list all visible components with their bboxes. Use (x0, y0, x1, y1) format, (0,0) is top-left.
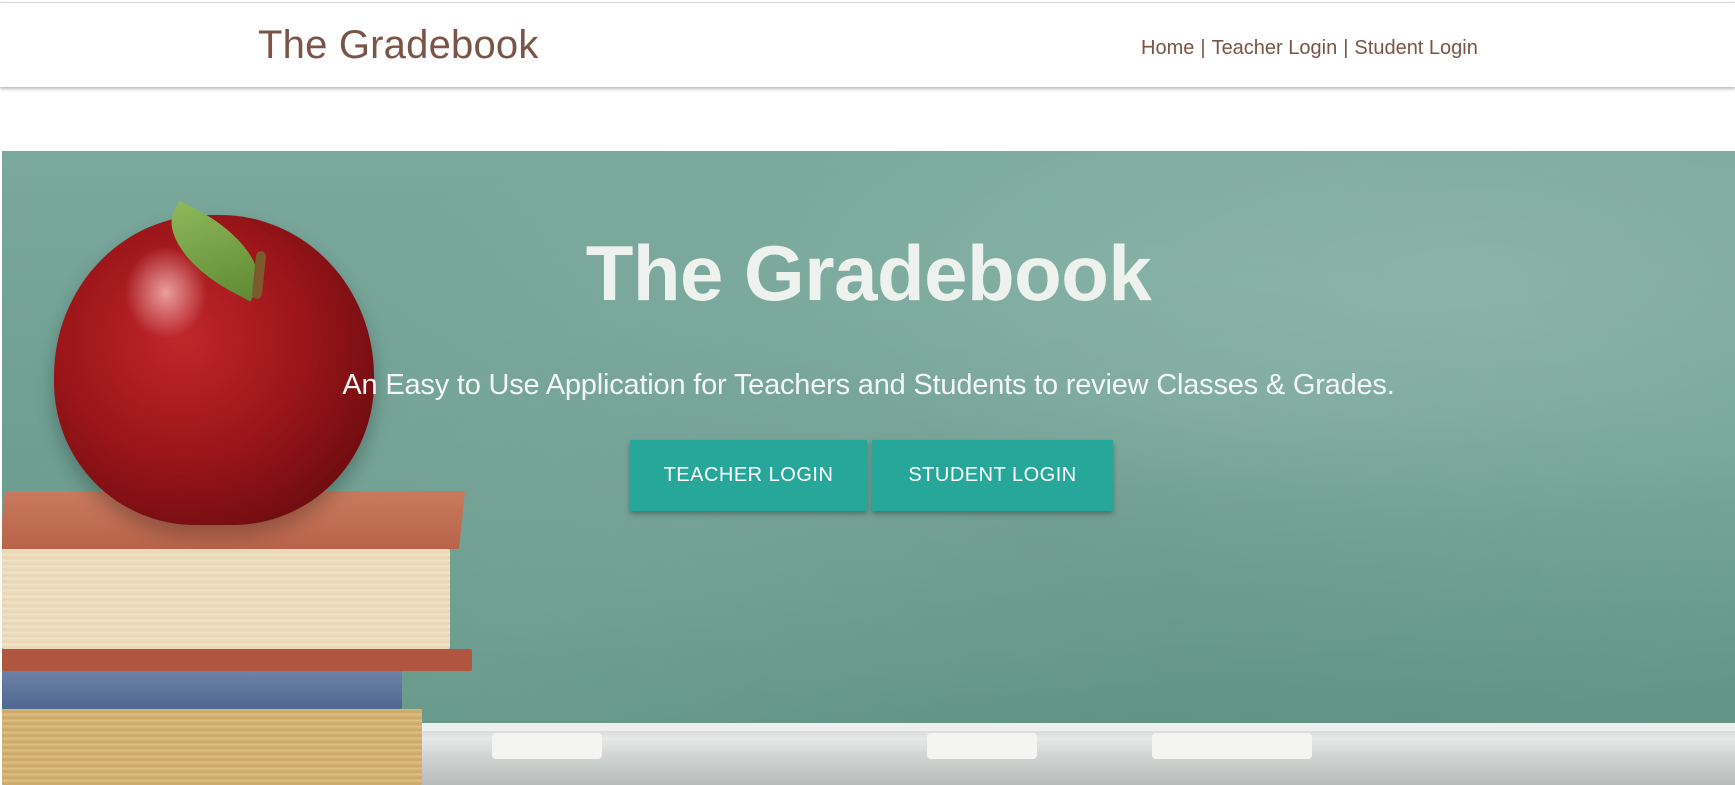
hero-section: The Gradebook An Easy to Use Application… (2, 151, 1735, 785)
hero-content: The Gradebook An Easy to Use Application… (2, 151, 1735, 785)
nav-link-home[interactable]: Home (1141, 37, 1194, 59)
navbar: The Gradebook Home | Teacher Login | Student… (0, 3, 1735, 87)
nav-links: Home | Teacher Login | Student Login (1141, 37, 1478, 60)
nav-separator: | (1200, 37, 1206, 59)
nav-separator: | (1343, 37, 1349, 59)
nav-link-teacher-login[interactable]: Teacher Login (1212, 37, 1338, 59)
hero-subtitle: An Easy to Use Application for Teachers … (342, 369, 1395, 401)
brand-logo-link[interactable]: The Gradebook (258, 23, 539, 68)
hero-title: The Gradebook (585, 229, 1152, 317)
nav-link-student-login[interactable]: Student Login (1354, 37, 1477, 59)
teacher-login-button[interactable]: TEACHER LOGIN (630, 440, 867, 511)
student-login-button[interactable]: STUDENT LOGIN (872, 440, 1113, 511)
